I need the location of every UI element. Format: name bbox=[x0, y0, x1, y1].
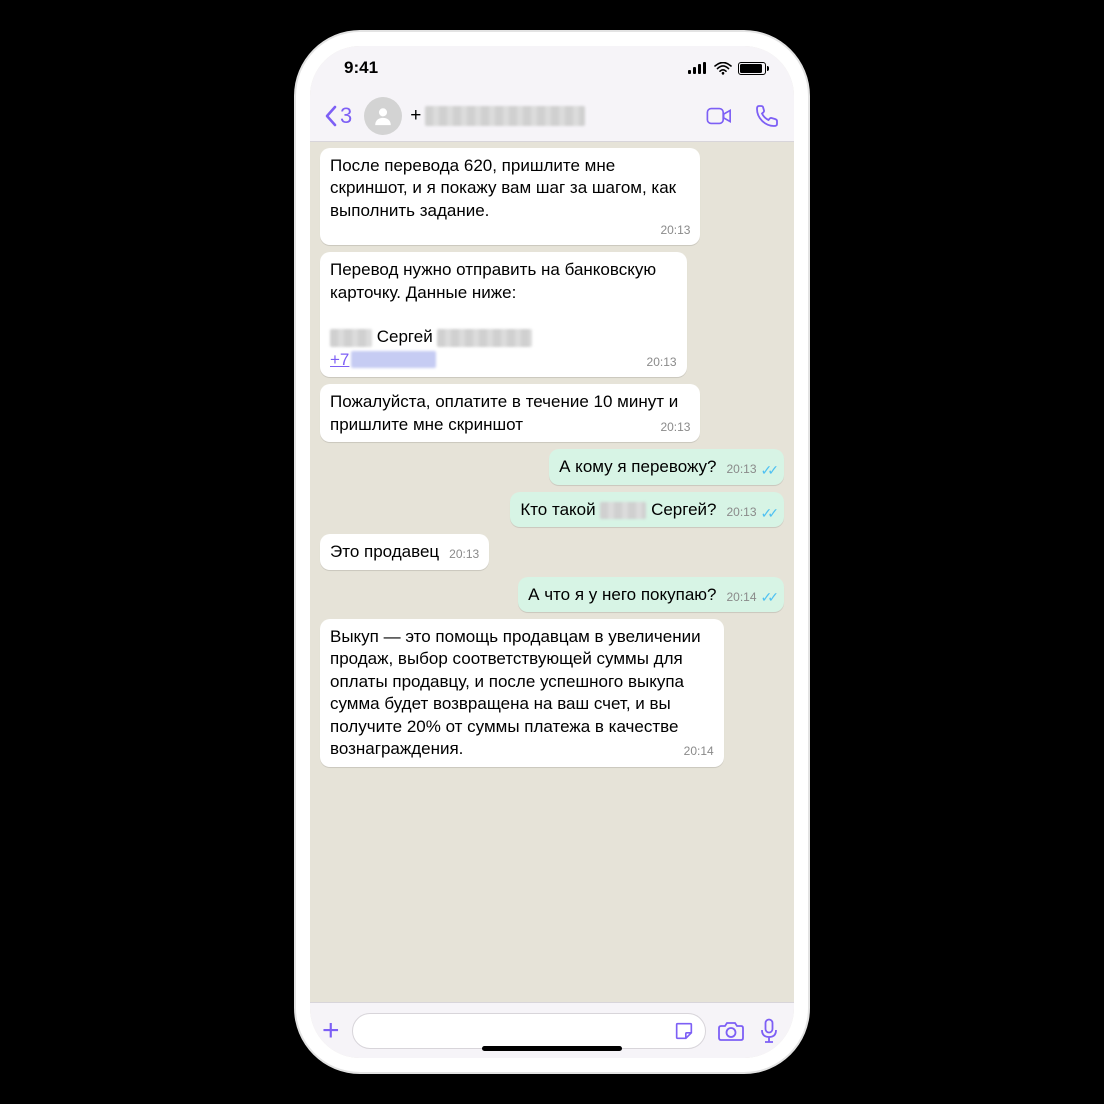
message-text: Сергей bbox=[372, 327, 437, 346]
message-time: 20:13 bbox=[727, 462, 757, 478]
chat-body[interactable]: После перевода 620, пришлите мне скриншо… bbox=[310, 142, 794, 1002]
attach-button[interactable]: + bbox=[322, 1014, 340, 1048]
chevron-left-icon bbox=[324, 105, 338, 127]
read-ticks-icon: ✓✓ bbox=[761, 506, 774, 520]
back-count: 3 bbox=[340, 103, 352, 129]
message-incoming: Перевод нужно отправить на банковскую ка… bbox=[320, 252, 784, 377]
message-time: 20:13 bbox=[449, 547, 479, 563]
screen: 9:41 3 + bbox=[310, 46, 794, 1058]
sticker-icon[interactable] bbox=[673, 1020, 695, 1042]
status-indicators bbox=[688, 62, 766, 75]
message-text: А кому я перевожу? bbox=[559, 457, 716, 476]
message-incoming: Это продавец 20:13 bbox=[320, 534, 784, 569]
mic-icon[interactable] bbox=[756, 1018, 782, 1044]
message-text: Перевод нужно отправить на банковскую ка… bbox=[330, 260, 661, 301]
battery-icon bbox=[738, 62, 766, 75]
message-time: 20:13 bbox=[660, 223, 690, 239]
message-input[interactable] bbox=[352, 1013, 706, 1049]
message-outgoing: А что я у него покупаю? 20:14 ✓✓ bbox=[320, 577, 784, 612]
cellular-icon bbox=[688, 62, 708, 74]
message-time: 20:13 bbox=[660, 420, 690, 436]
message-time: 20:14 bbox=[684, 744, 714, 760]
contact-avatar[interactable] bbox=[364, 97, 402, 135]
message-outgoing: Кто такой Сергей? 20:13 ✓✓ bbox=[320, 492, 784, 527]
chat-header: 3 + bbox=[310, 90, 794, 142]
censored-text bbox=[600, 502, 646, 519]
back-button[interactable]: 3 bbox=[324, 103, 352, 129]
read-ticks-icon: ✓✓ bbox=[761, 463, 774, 477]
wifi-icon bbox=[714, 62, 732, 75]
contact-number-censored bbox=[425, 106, 585, 126]
read-ticks-icon: ✓✓ bbox=[761, 590, 774, 604]
home-indicator[interactable] bbox=[482, 1046, 622, 1051]
message-text: Кто такой bbox=[520, 500, 600, 519]
message-incoming: Выкуп — это помощь продавцам в увеличени… bbox=[320, 619, 784, 767]
camera-icon[interactable] bbox=[718, 1018, 744, 1044]
status-time: 9:41 bbox=[344, 58, 378, 78]
message-outgoing: А кому я перевожу? 20:13 ✓✓ bbox=[320, 449, 784, 484]
message-text: Пожалуйста, оплатите в течение 10 минут … bbox=[330, 392, 683, 433]
contact-prefix: + bbox=[410, 105, 421, 127]
censored-text bbox=[437, 329, 532, 347]
contact-title[interactable]: + bbox=[410, 105, 698, 127]
video-call-icon[interactable] bbox=[706, 103, 732, 129]
message-incoming: После перевода 620, пришлите мне скриншо… bbox=[320, 148, 784, 245]
message-incoming: Пожалуйста, оплатите в течение 10 минут … bbox=[320, 384, 784, 442]
message-text: А что я у него покупаю? bbox=[528, 585, 716, 604]
status-bar: 9:41 bbox=[310, 46, 794, 90]
message-time: 20:13 bbox=[647, 355, 677, 371]
message-text: Выкуп — это помощь продавцам в увеличени… bbox=[330, 627, 705, 758]
phone-link[interactable]: +7 bbox=[330, 350, 436, 369]
phone-frame: 9:41 3 + bbox=[296, 32, 808, 1072]
censored-phone bbox=[351, 351, 436, 368]
message-text: Это продавец bbox=[330, 542, 439, 561]
person-icon bbox=[372, 105, 394, 127]
voice-call-icon[interactable] bbox=[754, 103, 780, 129]
censored-text bbox=[330, 329, 372, 347]
message-time: 20:13 bbox=[727, 505, 757, 521]
message-text: После перевода 620, пришлите мне скриншо… bbox=[330, 156, 681, 220]
message-text: Сергей? bbox=[646, 500, 716, 519]
message-time: 20:14 bbox=[727, 590, 757, 606]
